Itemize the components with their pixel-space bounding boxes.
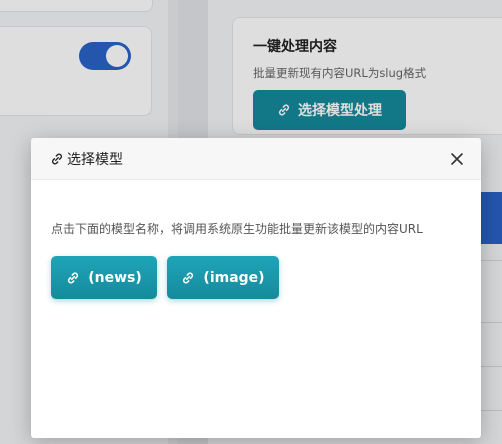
dialog-header: 选择模型 <box>31 138 481 180</box>
dialog-title-group: 选择模型 <box>50 149 123 169</box>
close-icon[interactable] <box>449 151 465 167</box>
dialog-body: 点击下面的模型名称，将调用系统原生功能批量更新该模型的内容URL (news) … <box>31 180 481 299</box>
model-button-label: (news) <box>88 269 142 286</box>
select-model-dialog: 选择模型 点击下面的模型名称，将调用系统原生功能批量更新该模型的内容URL (n… <box>31 138 481 438</box>
model-button-row: (news) (image) <box>51 256 461 299</box>
link-icon <box>52 153 62 164</box>
model-button-news[interactable]: (news) <box>51 256 157 299</box>
link-icon <box>68 272 79 283</box>
model-button-label: (image) <box>203 269 265 286</box>
model-button-image[interactable]: (image) <box>167 256 279 299</box>
link-icon <box>183 272 194 283</box>
dialog-description: 点击下面的模型名称，将调用系统原生功能批量更新该模型的内容URL <box>51 222 423 236</box>
dialog-title: 选择模型 <box>67 151 123 168</box>
